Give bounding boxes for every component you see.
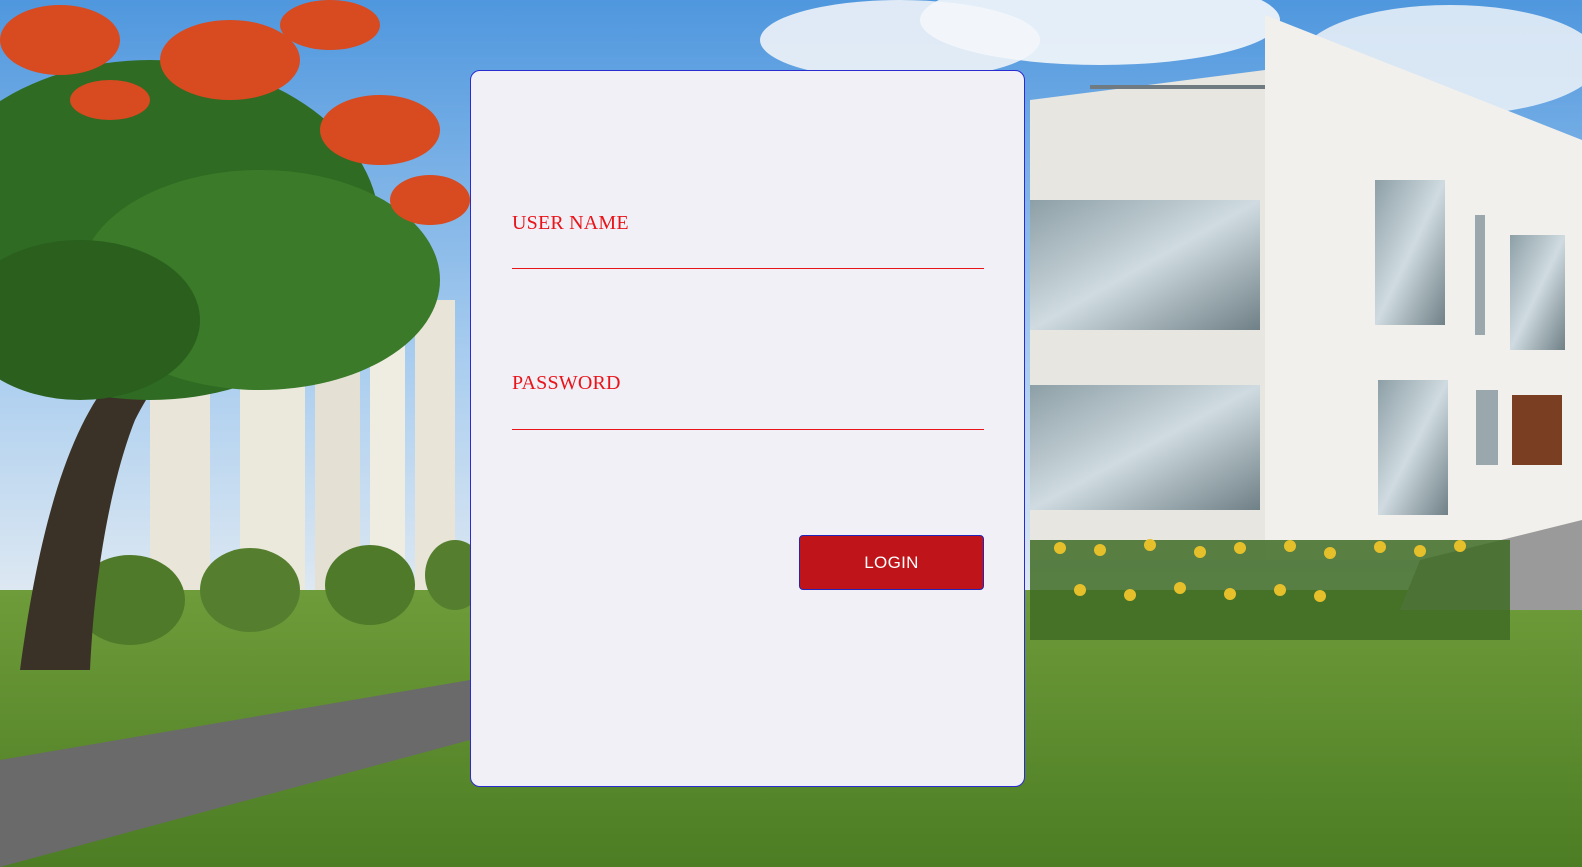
login-card: USER NAME PASSWORD LOGIN bbox=[470, 70, 1025, 787]
username-input[interactable] bbox=[512, 239, 984, 269]
login-button[interactable]: LOGIN bbox=[799, 535, 984, 590]
username-label: USER NAME bbox=[512, 212, 629, 234]
password-input[interactable] bbox=[512, 400, 984, 430]
password-label: PASSWORD bbox=[512, 372, 621, 394]
